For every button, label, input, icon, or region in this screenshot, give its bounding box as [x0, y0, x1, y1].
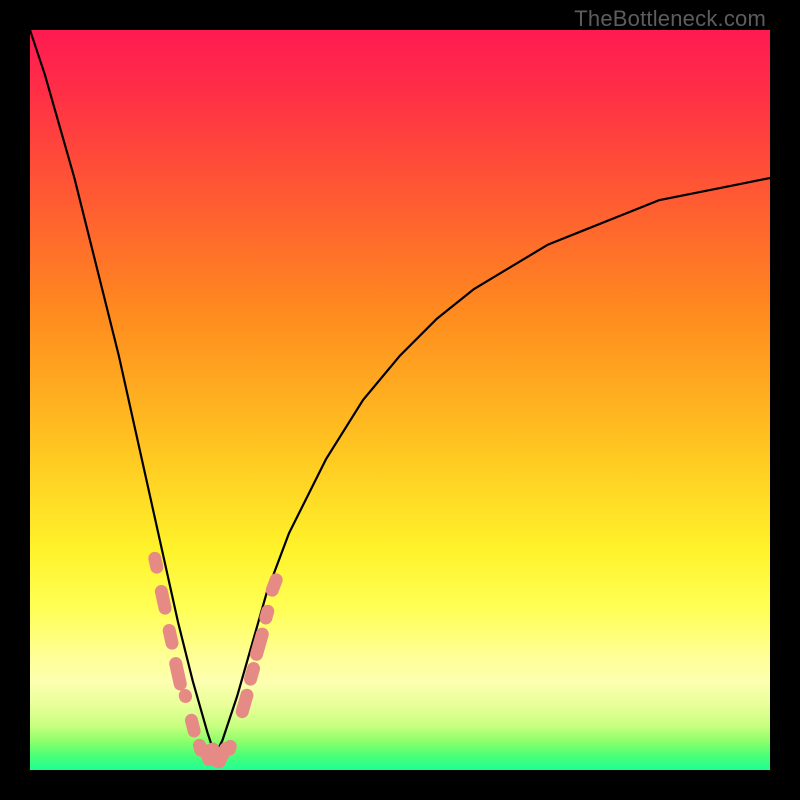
plot-area [30, 30, 770, 770]
chart-frame: TheBottleneck.com [0, 0, 800, 800]
marker-group [147, 551, 284, 771]
curve-marker [184, 712, 202, 738]
curve-marker [168, 656, 188, 692]
curve-layer [30, 30, 770, 770]
curve-marker [258, 603, 276, 626]
curve-marker [161, 623, 179, 651]
bottleneck-curve [30, 30, 770, 755]
watermark-text: TheBottleneck.com [574, 6, 766, 32]
